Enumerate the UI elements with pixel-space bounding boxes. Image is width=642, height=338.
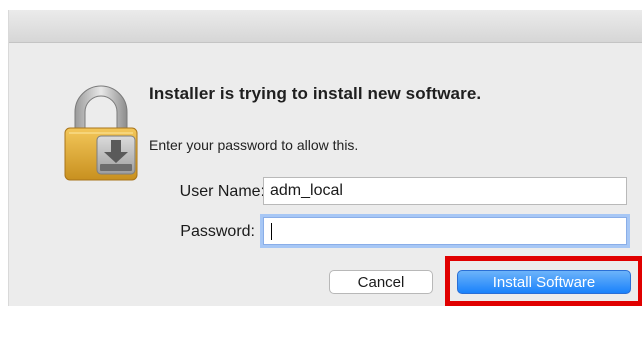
dialog-prompt: Enter your password to allow this. bbox=[149, 137, 359, 153]
lock-installer-icon bbox=[64, 85, 138, 181]
dialog-titlebar bbox=[9, 10, 642, 43]
password-field[interactable] bbox=[263, 217, 627, 245]
auth-dialog: Installer is trying to install new softw… bbox=[8, 10, 642, 306]
install-software-button[interactable]: Install Software bbox=[457, 270, 631, 294]
screen: Installer is trying to install new softw… bbox=[0, 0, 642, 338]
password-label: Password: bbox=[180, 223, 255, 240]
text-caret bbox=[271, 223, 272, 240]
dialog-heading: Installer is trying to install new softw… bbox=[149, 84, 482, 103]
username-label: User Name: bbox=[179, 183, 265, 200]
username-field[interactable]: adm_local bbox=[263, 177, 627, 205]
cancel-button[interactable]: Cancel bbox=[329, 270, 433, 294]
